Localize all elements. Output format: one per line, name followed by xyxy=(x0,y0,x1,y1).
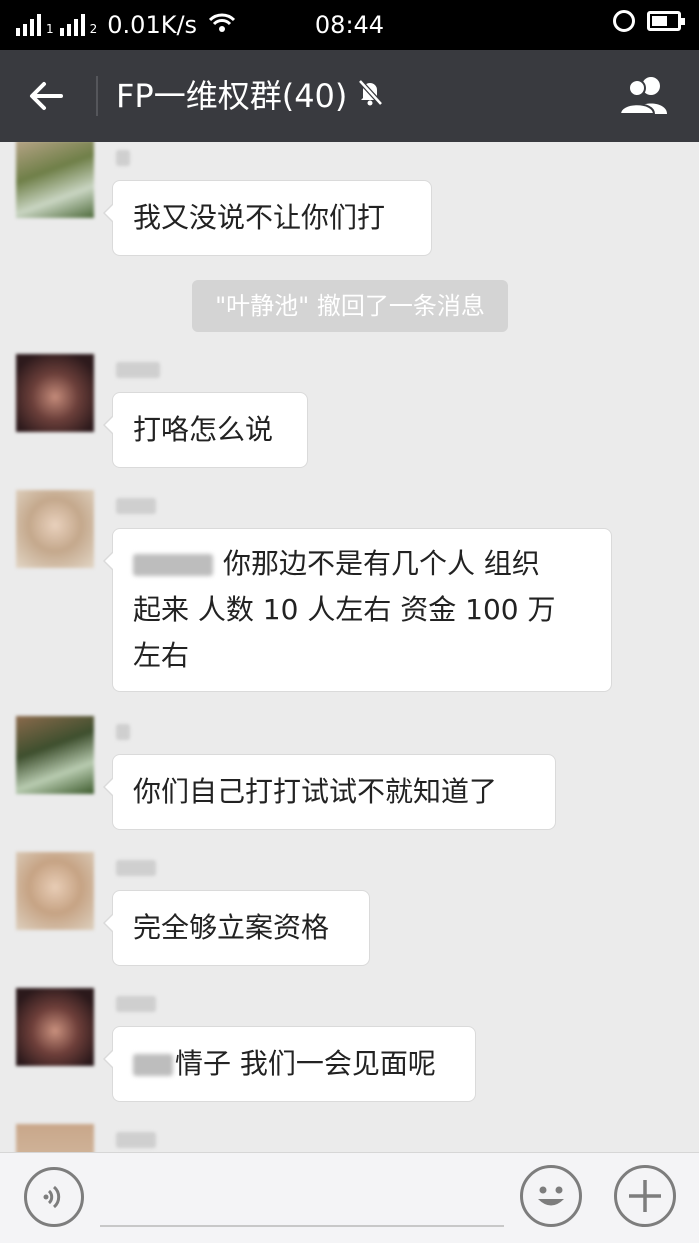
message-bubble[interactable]: 情子 我们一会见面呢 xyxy=(103,1026,476,1102)
plus-icon[interactable] xyxy=(614,1165,676,1227)
status-bar: 1 2 0.01K/s 08:44 xyxy=(0,0,699,50)
message-text: 我又没说不让你们打 xyxy=(133,201,386,234)
voice-icon[interactable] xyxy=(24,1167,84,1227)
message-bubble[interactable]: 我又没说不让你们打 xyxy=(103,180,432,256)
message-line: 起来 人数 10 人左右 资金 100 万 xyxy=(133,593,556,626)
system-notice: "叶静池" 撤回了一条消息 xyxy=(192,280,508,332)
redacted-name xyxy=(133,1054,173,1076)
status-right xyxy=(613,10,685,32)
clock: 08:44 xyxy=(314,11,385,39)
message-text: 你那边不是有几个人 组织 xyxy=(223,547,540,580)
group-name: FP一维权群(40) xyxy=(116,77,348,115)
avatar[interactable] xyxy=(16,490,94,568)
message-list[interactable]: 我又没说不让你们打 "叶静池" 撤回了一条消息 打咯怎么说 你那边不是有几个人 … xyxy=(0,142,699,1152)
battery-icon xyxy=(647,11,685,31)
bell-muted-icon xyxy=(355,76,385,116)
message-text: 完全够立案资格 xyxy=(133,911,330,944)
avatar[interactable] xyxy=(16,988,94,1066)
sender-nickname xyxy=(116,498,156,514)
message-bubble[interactable]: 你那边不是有几个人 组织 起来 人数 10 人左右 资金 100 万 左右 xyxy=(103,528,612,692)
message-bubble[interactable]: 完全够立案资格 xyxy=(103,890,370,966)
avatar[interactable] xyxy=(16,142,94,218)
sender-nickname xyxy=(116,996,156,1012)
avatar[interactable] xyxy=(16,354,94,432)
chat-title: FP一维权群(40) xyxy=(116,76,385,116)
message-text: 你们自己打打试试不就知道了 xyxy=(133,775,498,808)
emoji-icon[interactable] xyxy=(520,1165,582,1227)
redacted-name xyxy=(133,554,213,576)
chat-header: FP一维权群(40) xyxy=(0,50,699,142)
avatar[interactable] xyxy=(16,716,94,794)
message-line: 左右 xyxy=(133,639,190,672)
message-line: 你那边不是有几个人 组织 xyxy=(133,541,591,587)
message-text: 情子 我们一会见面呢 xyxy=(175,1047,436,1080)
sender-nickname xyxy=(116,150,130,166)
back-arrow-icon[interactable] xyxy=(24,74,68,118)
input-bar xyxy=(0,1152,699,1243)
message-input[interactable] xyxy=(100,1225,504,1227)
avatar[interactable] xyxy=(16,852,94,930)
group-members-icon[interactable] xyxy=(617,74,673,118)
avatar[interactable] xyxy=(16,1124,94,1152)
message-bubble[interactable]: 打咯怎么说 xyxy=(103,392,308,468)
sender-nickname xyxy=(116,860,156,876)
message-text: 打咯怎么说 xyxy=(133,413,274,446)
sender-nickname xyxy=(116,362,160,378)
sender-nickname xyxy=(116,1132,156,1148)
message-bubble[interactable]: 你们自己打打试试不就知道了 xyxy=(103,754,556,830)
header-divider xyxy=(96,76,98,116)
alarm-icon xyxy=(613,10,635,32)
sender-nickname xyxy=(116,724,130,740)
